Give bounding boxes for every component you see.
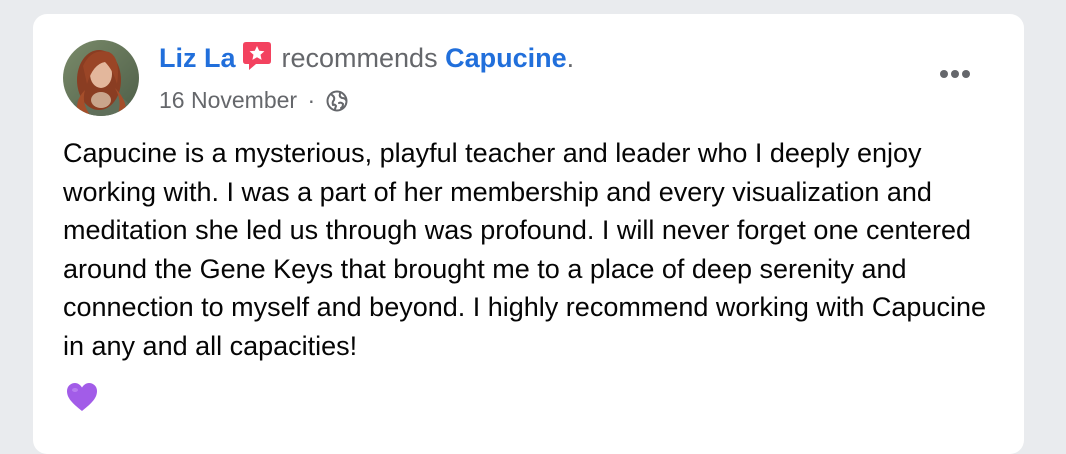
author-avatar[interactable] [63, 40, 139, 116]
meta-separator: · [307, 87, 316, 113]
globe-icon[interactable] [326, 90, 348, 112]
post-date-link[interactable]: 16 November [159, 87, 297, 113]
profile-photo-icon [63, 40, 139, 116]
recommendation-post-card: Liz La recommends Capucine. 16 November … [33, 14, 1024, 454]
post-meta: 16 November · [159, 84, 348, 116]
recommendation-star-icon [240, 39, 274, 73]
recommendation-text: Capucine is a mysterious, playful teache… [63, 138, 986, 361]
post-header: Liz La recommends Capucine. [159, 38, 574, 78]
page-name-link[interactable]: Capucine [445, 43, 567, 73]
author-name-link[interactable]: Liz La [159, 43, 236, 73]
more-options-icon[interactable] [933, 58, 977, 90]
purple-heart-icon [65, 381, 99, 413]
trailing-punctuation: . [566, 43, 575, 73]
action-text: recommends [281, 43, 438, 73]
